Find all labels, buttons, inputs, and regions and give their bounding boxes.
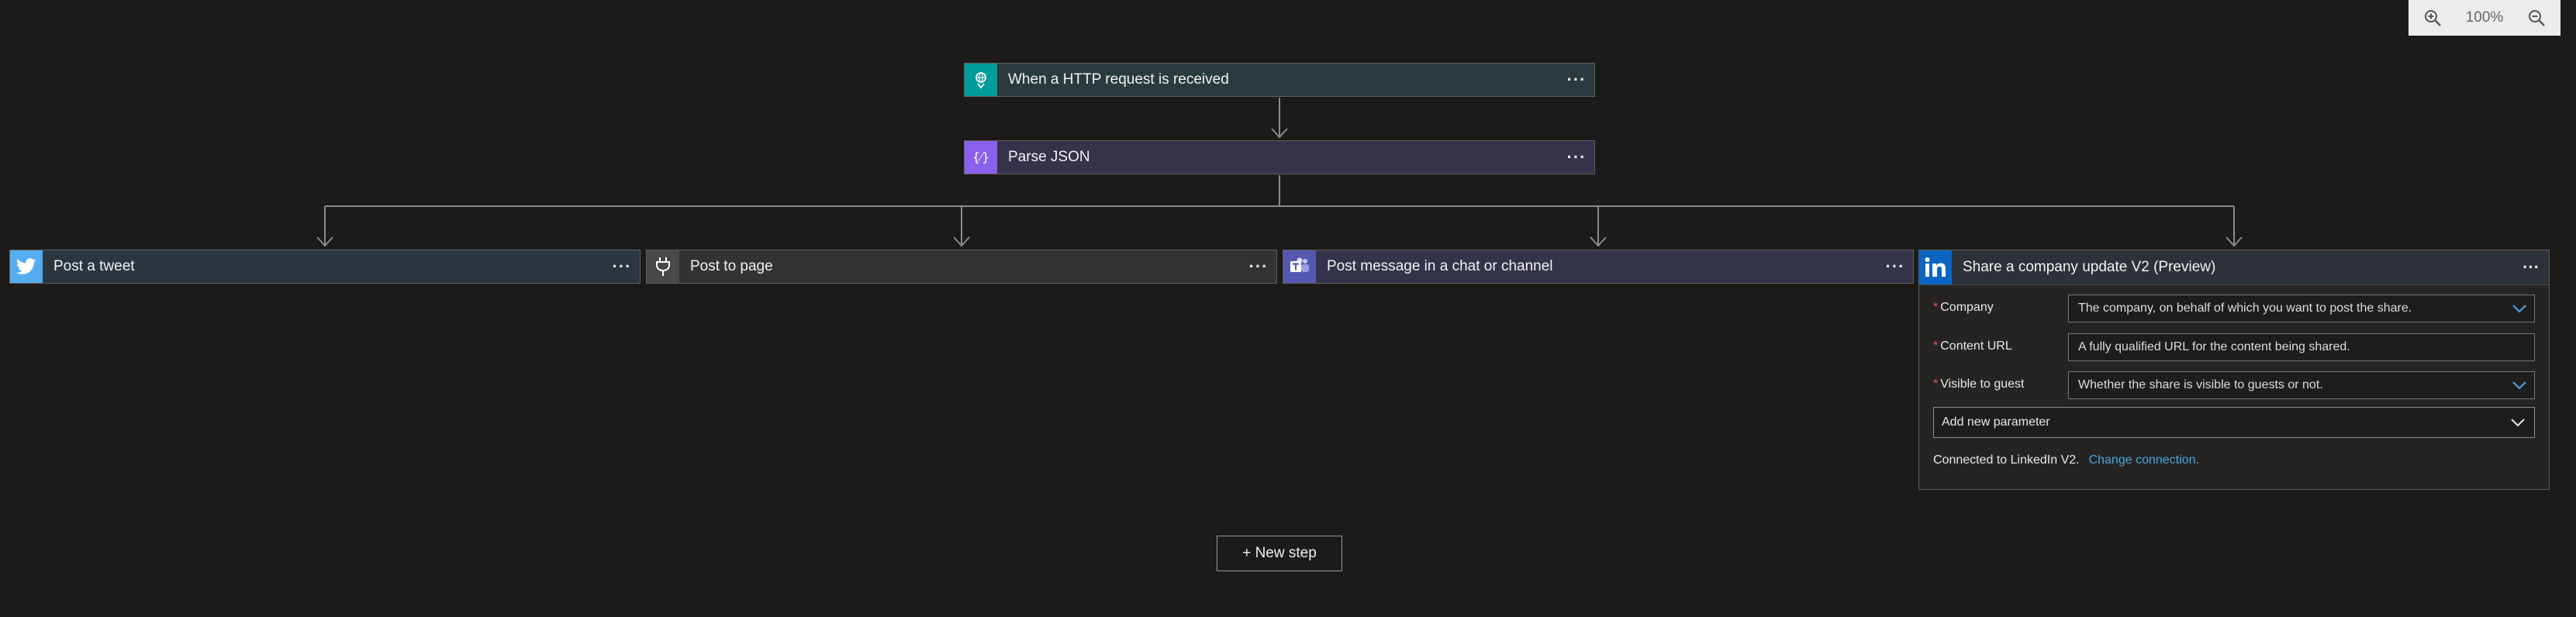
- http-trigger-card[interactable]: When a HTTP request is received ···: [964, 63, 1595, 97]
- visible-to-guest-dropdown[interactable]: Whether the share is visible to guests o…: [2068, 371, 2535, 399]
- field-label-text: Visible to guest: [1940, 377, 2025, 391]
- required-marker: *: [1933, 301, 1939, 314]
- more-options-button[interactable]: ···: [1559, 71, 1594, 88]
- change-connection-link[interactable]: Change connection.: [2089, 453, 2199, 467]
- http-request-icon: [965, 64, 997, 96]
- visible-to-guest-label: * Visible to guest: [1933, 377, 2024, 391]
- content-url-input[interactable]: A fully qualified URL for the content be…: [2068, 333, 2535, 361]
- card-title: Post a tweet: [54, 258, 135, 274]
- more-options-button[interactable]: ···: [2513, 259, 2549, 276]
- more-options-button[interactable]: ···: [1877, 258, 1913, 275]
- new-step-button[interactable]: + New step: [1217, 536, 1342, 571]
- parse-json-icon: {⁄}: [965, 141, 997, 174]
- plug-icon: [647, 250, 679, 283]
- chevron-down-icon[interactable]: [2509, 415, 2526, 433]
- chevron-down-icon[interactable]: [2511, 378, 2528, 396]
- connected-text: Connected to LinkedIn V2.: [1933, 453, 2080, 467]
- visible-to-guest-field-row: * Visible to guest Whether the share is v…: [1933, 371, 2535, 401]
- field-label-text: Company: [1940, 301, 1994, 314]
- linkedin-card-header[interactable]: Share a company update V2 (Preview) ···: [1919, 250, 2549, 285]
- field-label-text: Content URL: [1940, 340, 2012, 353]
- content-url-field-row: * Content URL A fully qualified URL for t…: [1933, 333, 2535, 363]
- card-title: Post message in a chat or channel: [1327, 258, 1553, 274]
- card-title: Parse JSON: [1008, 149, 1090, 165]
- post-tweet-card[interactable]: Post a tweet ···: [9, 250, 641, 284]
- parse-json-card[interactable]: {⁄} Parse JSON ···: [964, 140, 1595, 174]
- card-title: When a HTTP request is received: [1008, 71, 1229, 88]
- field-placeholder: A fully qualified URL for the content be…: [2078, 340, 2350, 353]
- company-label: * Company: [1933, 301, 1994, 315]
- linkedin-icon: [1919, 250, 1952, 284]
- more-options-button[interactable]: ···: [1241, 258, 1276, 275]
- teams-icon: [1283, 250, 1316, 283]
- field-placeholder: The company, on behalf of which you want…: [2078, 302, 2412, 315]
- more-options-button[interactable]: ···: [1559, 149, 1594, 166]
- required-marker: *: [1933, 340, 1939, 353]
- field-placeholder: Whether the share is visible to guests o…: [2078, 378, 2323, 391]
- post-to-page-card[interactable]: Post to page ···: [646, 250, 1277, 284]
- connection-info: Connected to LinkedIn V2. Change connecti…: [1933, 453, 2199, 467]
- required-marker: *: [1933, 377, 1939, 391]
- add-new-parameter-dropdown[interactable]: Add new parameter: [1933, 407, 2535, 438]
- add-parameter-label: Add new parameter: [1942, 415, 2050, 429]
- content-url-label: * Content URL: [1933, 340, 2012, 353]
- chevron-down-icon[interactable]: [2511, 302, 2528, 319]
- post-message-teams-card[interactable]: Post message in a chat or channel ···: [1283, 250, 1914, 284]
- company-dropdown[interactable]: The company, on behalf of which you want…: [2068, 295, 2535, 322]
- linkedin-share-panel: Share a company update V2 (Preview) ··· …: [1918, 250, 2550, 490]
- card-title: Post to page: [690, 258, 773, 274]
- card-title: Share a company update V2 (Preview): [1963, 259, 2216, 275]
- company-field-row: * Company The company, on behalf of which…: [1933, 295, 2535, 324]
- twitter-icon: [10, 250, 43, 283]
- more-options-button[interactable]: ···: [604, 258, 640, 275]
